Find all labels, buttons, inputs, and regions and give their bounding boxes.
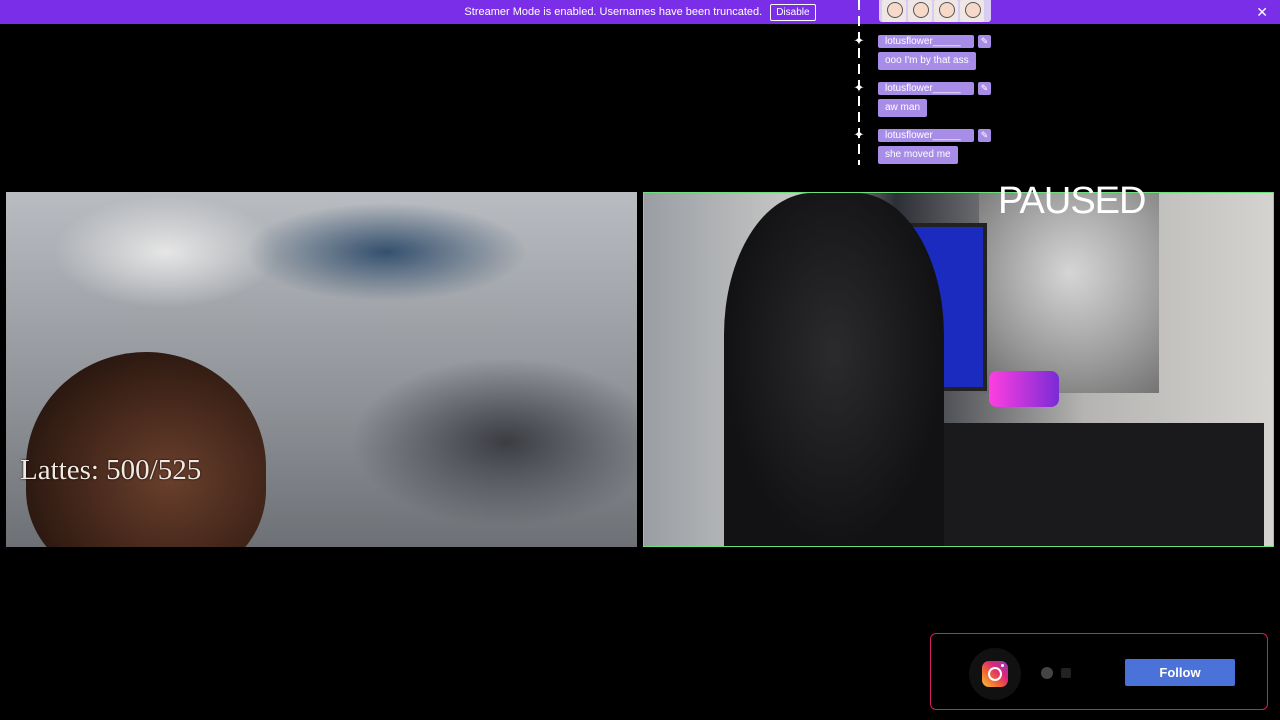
close-banner-icon[interactable]: ✕ [1256, 4, 1268, 20]
emote-icon [908, 0, 932, 22]
edit-icon[interactable]: ✎ [978, 129, 991, 142]
emote-icon [960, 0, 984, 22]
instagram-glyph [982, 661, 1008, 687]
edit-icon[interactable]: ✎ [978, 35, 991, 48]
follow-button[interactable]: Follow [1125, 659, 1235, 686]
chat-username[interactable]: lotusflower_____ [878, 82, 974, 95]
chat-marker-icon: ✦ [853, 33, 865, 48]
disable-streamer-mode-button[interactable]: Disable [770, 3, 816, 21]
banner-message: Streamer Mode is enabled. Usernames have… [464, 6, 763, 18]
paused-label: PAUSED [998, 180, 1146, 222]
left-camera-feed[interactable]: Lattes: 500/525 [6, 192, 637, 547]
chat-marker-icon: ✦ [853, 127, 865, 142]
chat-text: aw man [878, 99, 928, 117]
edit-icon[interactable]: ✎ [978, 82, 991, 95]
right-camera-feed[interactable] [643, 192, 1274, 547]
emote-icon [882, 0, 906, 22]
microphone [989, 371, 1059, 407]
chat-username[interactable]: lotusflower_____ [878, 35, 974, 48]
emote-strip [879, 0, 991, 22]
instagram-icon[interactable] [969, 648, 1021, 700]
carousel-pager [1041, 667, 1071, 679]
chat-text: she moved me [878, 146, 958, 164]
pager-dot[interactable] [1041, 667, 1053, 679]
chair [944, 423, 1264, 546]
chat-username[interactable]: lotusflower_____ [878, 129, 974, 142]
follow-widget: Follow [930, 633, 1268, 710]
emote-icon [934, 0, 958, 22]
streamer-mode-banner: Streamer Mode is enabled. Usernames have… [0, 0, 1280, 24]
streamer-figure [724, 193, 944, 546]
pager-dot[interactable] [1061, 668, 1071, 678]
chat-text: ooo I'm by that ass [878, 52, 976, 70]
lattes-counter: Lattes: 500/525 [20, 454, 202, 486]
streamer-face [26, 352, 266, 547]
chat-marker-icon: ✦ [853, 80, 865, 95]
sparkle-backdrop [979, 193, 1159, 393]
